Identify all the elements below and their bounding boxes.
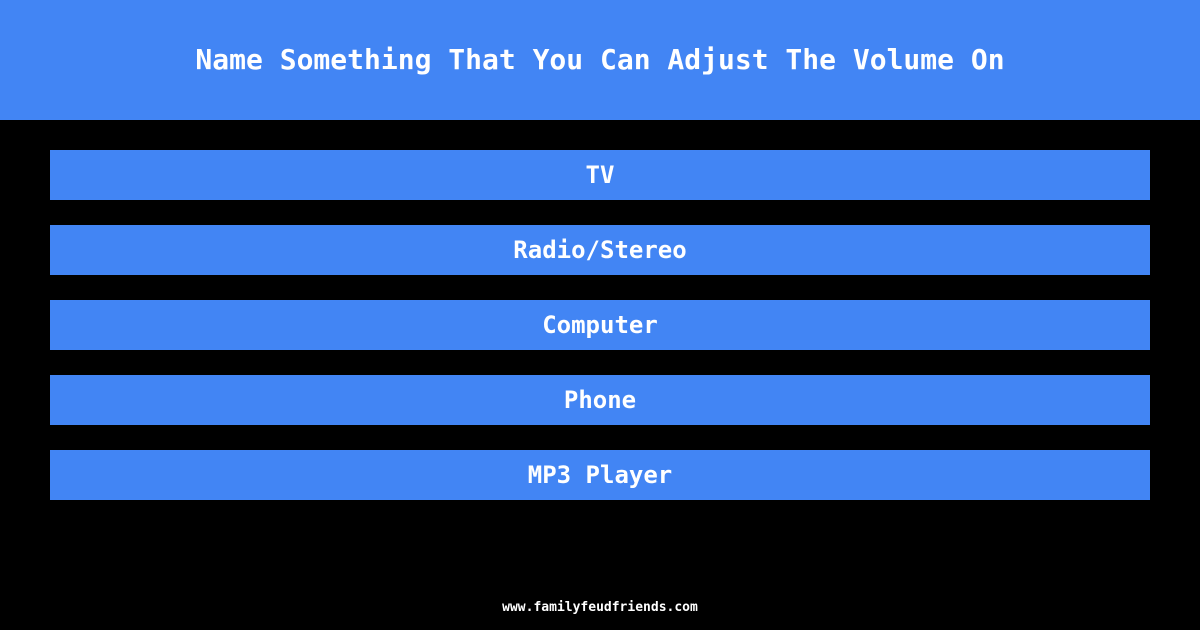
answer-list: TV Radio/Stereo Computer Phone MP3 Playe… (0, 120, 1200, 500)
answer-card: Name Something That You Can Adjust The V… (0, 0, 1200, 630)
answer-row[interactable]: Computer (50, 300, 1150, 350)
footer: www.familyfeudfriends.com (0, 585, 1200, 630)
answer-row[interactable]: Radio/Stereo (50, 225, 1150, 275)
answer-text: Radio/Stereo (513, 236, 687, 264)
answer-text: MP3 Player (527, 461, 673, 489)
answer-text: Computer (542, 311, 658, 339)
answer-row[interactable]: MP3 Player (50, 450, 1150, 500)
site-url[interactable]: www.familyfeudfriends.com (502, 601, 698, 614)
answer-text: TV (585, 161, 615, 189)
question-title: Name Something That You Can Adjust The V… (195, 43, 1005, 76)
answer-text: Phone (563, 386, 637, 414)
question-header: Name Something That You Can Adjust The V… (0, 0, 1200, 120)
answer-row[interactable]: Phone (50, 375, 1150, 425)
layout-spacer (0, 500, 1200, 585)
answer-row[interactable]: TV (50, 150, 1150, 200)
